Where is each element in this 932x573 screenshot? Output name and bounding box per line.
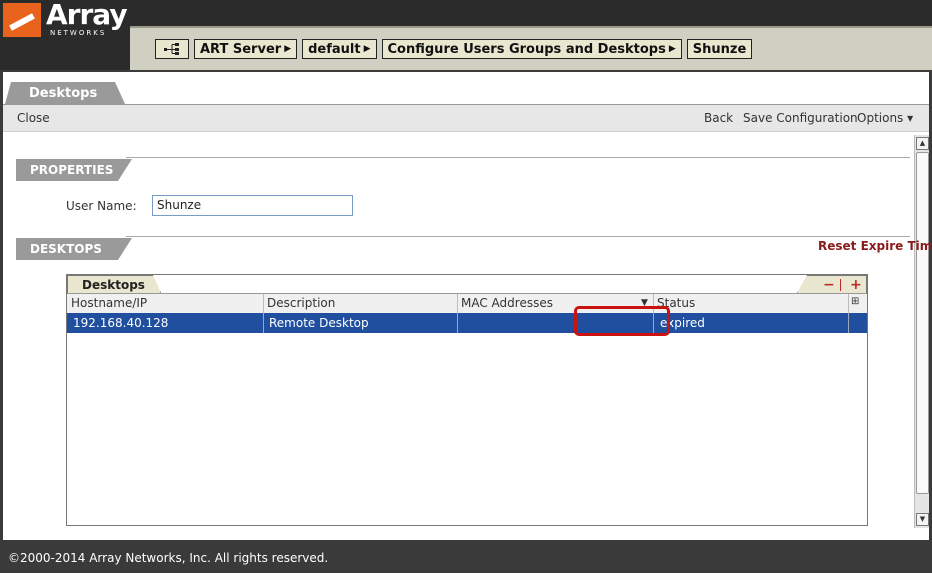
tool-separator — [840, 279, 841, 291]
breadcrumb-art-server[interactable]: ART Server ▶ — [194, 39, 298, 59]
column-header-hostname[interactable]: Hostname/IP — [71, 296, 147, 310]
logo-mark-icon — [3, 3, 41, 37]
column-header-mac[interactable]: MAC Addresses — [461, 296, 553, 310]
breadcrumb-label: default — [308, 41, 361, 57]
breadcrumb-configure[interactable]: Configure Users Groups and Desktops ▶ — [381, 39, 682, 59]
column-separator — [457, 294, 458, 313]
remove-desktop-icon[interactable]: − — [823, 276, 835, 293]
cell-separator — [848, 313, 849, 333]
table-row[interactable]: 192.168.40.128 Remote Desktop expired — [67, 313, 867, 333]
section-divider — [126, 157, 910, 158]
scroll-thumb[interactable] — [916, 152, 929, 494]
username-field[interactable]: Shunze — [152, 195, 353, 216]
logo-subtitle: NETWORKS — [50, 29, 107, 37]
properties-section: PROPERTIES — [16, 157, 910, 181]
column-header-description[interactable]: Description — [267, 296, 335, 310]
column-separator — [848, 294, 849, 313]
reset-expire-time-link[interactable]: Reset Expire Tim — [818, 239, 932, 253]
breadcrumb-shunze[interactable]: Shunze — [686, 39, 753, 59]
main-panel: Desktops Close Back Save Configuration O… — [3, 72, 932, 540]
cell-separator — [457, 313, 458, 333]
grid-tab-bar: Desktops − + — [67, 275, 867, 293]
array-networks-logo: Array NETWORKS — [0, 0, 140, 40]
desktops-header: DESKTOPS — [16, 238, 132, 260]
cell-hostname: 192.168.40.128 — [73, 316, 169, 330]
back-button[interactable]: Back — [704, 111, 733, 125]
logo-text: Array — [46, 0, 128, 31]
options-menu-button[interactable]: Options ▾ — [857, 111, 913, 125]
copyright-text: ©2000-2014 Array Networks, Inc. All righ… — [8, 551, 329, 565]
section-divider — [126, 236, 910, 237]
toolbar: Close Back Save Configuration Options ▾ — [3, 105, 929, 132]
column-chooser-icon[interactable]: ⊞ — [851, 296, 859, 307]
breadcrumb: ART Server ▶ default ▶ Configure Users Gro… — [155, 39, 753, 61]
breadcrumb-label: Shunze — [692, 41, 747, 57]
tab-desktops[interactable]: Desktops — [5, 82, 125, 104]
username-label: User Name: — [66, 199, 137, 213]
footer: ©2000-2014 Array Networks, Inc. All righ… — [0, 543, 932, 573]
breadcrumb-default[interactable]: default ▶ — [302, 39, 377, 59]
scroll-down-icon[interactable]: ▼ — [916, 513, 929, 526]
add-desktop-icon[interactable]: + — [850, 276, 862, 293]
cell-description: Remote Desktop — [269, 316, 369, 330]
grid-header-row: Hostname/IP Description MAC Addresses ▼ … — [67, 293, 867, 314]
cell-separator — [263, 313, 264, 333]
status-highlight-box — [574, 306, 670, 336]
properties-header: PROPERTIES — [16, 159, 132, 181]
breadcrumb-label: Configure Users Groups and Desktops — [387, 41, 666, 57]
chevron-right-icon: ▶ — [284, 44, 292, 54]
close-button[interactable]: Close — [17, 111, 50, 125]
tree-icon — [164, 43, 179, 55]
breadcrumb-label: ART Server — [200, 41, 282, 57]
vertical-scrollbar[interactable]: ▲ ▼ — [914, 135, 929, 528]
column-separator — [263, 294, 264, 313]
scroll-up-icon[interactable]: ▲ — [916, 137, 929, 150]
page-tab-strip: Desktops — [3, 80, 929, 105]
desktops-section: DESKTOPS — [16, 236, 910, 260]
chevron-right-icon: ▶ — [668, 44, 676, 54]
network-tree-icon[interactable] — [155, 39, 189, 59]
desktops-grid: Desktops − + Hostname/IP Description MAC… — [66, 274, 868, 526]
grid-tab-desktops[interactable]: Desktops — [67, 275, 161, 293]
save-configuration-button[interactable]: Save Configuration — [743, 111, 858, 125]
grid-tools: − + — [797, 275, 867, 293]
chevron-right-icon: ▶ — [363, 44, 371, 54]
